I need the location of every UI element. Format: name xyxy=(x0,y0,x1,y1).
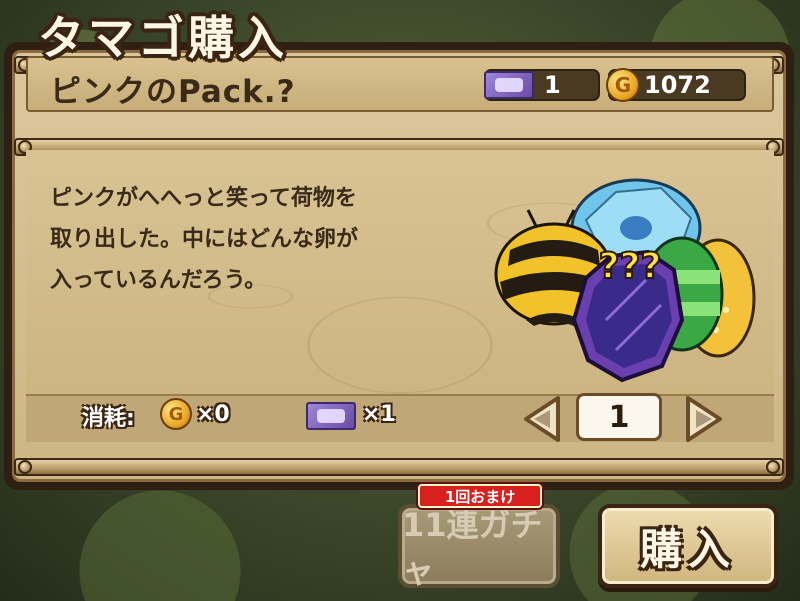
pack-name: ピンクのPack.? xyxy=(50,74,296,110)
pack-description: ピンクがへへっと笑って荷物を 取り出した。中にはどんな卵が 入っているんだろう。 xyxy=(50,186,359,293)
ticket-counter: 1 xyxy=(484,69,600,101)
cost-coin: G xyxy=(160,398,192,430)
cost-label: 消耗: xyxy=(82,406,135,431)
gold-coin-icon: G xyxy=(606,68,640,102)
decrease-arrow-button[interactable] xyxy=(520,394,564,444)
cost-ticket xyxy=(306,402,356,430)
screen-title: タマゴ購入 xyxy=(38,11,288,65)
gold-coin-icon: G xyxy=(160,398,192,430)
buy-button[interactable]: 購入 xyxy=(598,504,778,588)
quantity-display: 1 xyxy=(576,393,662,441)
bolt-icon xyxy=(18,460,32,474)
bottom-rail xyxy=(14,458,784,476)
increase-arrow-button[interactable] xyxy=(682,394,726,444)
egg-pile-image: ??? xyxy=(494,178,756,383)
bolt-icon xyxy=(766,460,780,474)
cost-coin-value: ×0 xyxy=(196,402,230,427)
bonus-tag: 1回おまけ xyxy=(418,484,542,508)
purple-ticket-icon xyxy=(484,71,534,99)
ticket-count: 1 xyxy=(544,71,561,99)
eleven-gacha-button[interactable]: 11連ガチャ xyxy=(398,504,560,590)
coin-count: 1072 xyxy=(644,71,711,99)
mystery-marks: ??? xyxy=(599,246,662,287)
purple-ticket-icon xyxy=(306,402,356,430)
cost-ticket-value: ×1 xyxy=(362,402,396,427)
coin-counter: G 1072 xyxy=(606,68,746,102)
